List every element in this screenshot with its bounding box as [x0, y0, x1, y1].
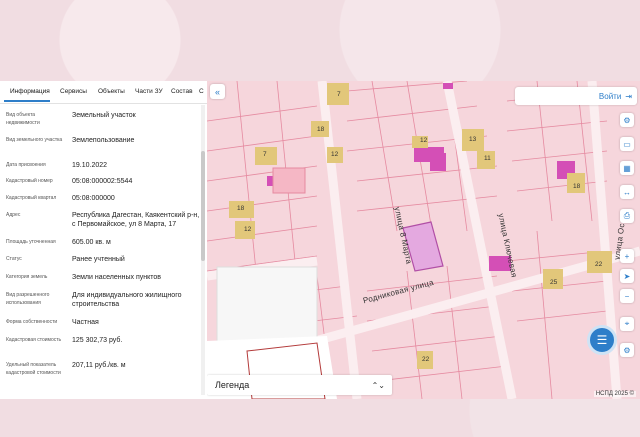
row-label: Удельный показатель кадастровой стоимост…	[6, 362, 61, 376]
lot-number: 13	[469, 136, 477, 143]
row-label: Дата присвоения	[6, 162, 46, 168]
chevron-updown-icon: ⌃⌄	[371, 380, 385, 390]
row-label: Адрес	[6, 212, 21, 218]
lot-number: 7	[263, 151, 267, 158]
row-value: Для индивидуального жилищного строительс…	[72, 292, 182, 308]
map-attribution: НСПД 2025 ©	[593, 391, 636, 397]
row-value: 19.10.2022	[72, 162, 108, 169]
row-value: Земельный участок	[72, 112, 136, 119]
lot-number: 18	[573, 183, 581, 190]
grid-icon[interactable]: ▦	[620, 161, 634, 175]
lot-number: 25	[550, 279, 558, 286]
row-label: Вид разрешенного использования	[6, 292, 50, 306]
locate-icon[interactable]: ➤	[620, 269, 634, 283]
row-value: Ранее учтенный	[72, 256, 125, 263]
lot-number: 11	[484, 155, 491, 162]
row-label: Кадастровый квартал	[6, 195, 57, 201]
pin-icon[interactable]: ⌖	[620, 317, 634, 331]
tab-composition[interactable]: Состав	[171, 88, 193, 95]
lot-number: 22	[422, 356, 430, 363]
collapse-panel-button[interactable]: «	[210, 84, 225, 99]
tab-info[interactable]: Информация	[10, 88, 50, 95]
tab-services[interactable]: Сервисы	[60, 88, 87, 95]
row-value: 125 302,73 руб.	[72, 337, 123, 344]
legend-label: Легенда	[215, 380, 250, 390]
tab-objects[interactable]: Объекты	[98, 88, 125, 95]
panel-scrollbar-thumb[interactable]	[201, 151, 205, 261]
row-label: Вид объекта недвижимости	[6, 112, 40, 126]
panel-tabs: Информация Сервисы Объекты Части ЗУ Сост…	[0, 81, 207, 104]
info-panel: Информация Сервисы Объекты Части ЗУ Сост…	[0, 81, 207, 399]
map-toolbar: ⚙ ▭ ▦ ↔ ⎙ + ➤ − ⌖ ⚙	[614, 81, 640, 399]
lot-number: 12	[244, 226, 252, 233]
active-tab-indicator	[4, 100, 50, 102]
row-value: Частная	[72, 319, 99, 326]
white-area	[216, 266, 318, 343]
row-value: Землепользование	[72, 137, 135, 144]
lot-number: 18	[237, 205, 245, 212]
row-value[interactable]: 05:08:000000	[72, 194, 200, 203]
legend-dropdown[interactable]: Легенда ⌃⌄	[207, 375, 392, 395]
row-label: Форма собственности	[6, 319, 58, 325]
lot-number: 7	[337, 91, 341, 98]
row-value: Земли населенных пунктов	[72, 274, 162, 281]
row-label: Кадастровая стоимость	[6, 337, 62, 343]
chat-icon: ☰	[596, 333, 608, 347]
settings-icon[interactable]: ⚙	[620, 343, 634, 357]
row-label: Категория земель	[6, 274, 48, 280]
tab-more[interactable]: С	[199, 88, 204, 95]
zoom-in-icon[interactable]: +	[620, 249, 634, 263]
chat-button[interactable]: ☰	[587, 325, 617, 355]
lot-number: 12	[420, 137, 428, 144]
row-label: Кадастровый номер	[6, 178, 53, 184]
double-chevron-left-icon: «	[214, 86, 220, 97]
card-icon[interactable]: ▭	[620, 137, 634, 151]
lot-number: 12	[331, 151, 339, 158]
lot-number: 18	[317, 126, 325, 133]
row-value: 605.00 кв. м	[72, 239, 111, 246]
zoom-out-icon[interactable]: −	[620, 289, 634, 303]
row-value[interactable]: 05:08:000002:5544	[72, 177, 200, 186]
map-view[interactable]: улица 8 Марта Родниковая улица улица Клю…	[207, 81, 640, 399]
measure-icon[interactable]: ↔	[620, 185, 634, 199]
row-value: Республика Дагестан, Каякентский р-н, с …	[72, 212, 200, 228]
row-label: Статус	[6, 256, 22, 262]
lot-number: 22	[595, 261, 603, 268]
parcel-map	[207, 81, 640, 399]
row-label: Площадь уточненная	[6, 239, 56, 245]
print-icon[interactable]: ⎙	[620, 209, 634, 223]
row-value: 207,11 руб./кв. м	[72, 362, 126, 369]
layers-icon[interactable]: ⚙	[620, 113, 634, 127]
row-label: Вид земельного участка	[6, 137, 63, 143]
pink-parcel	[272, 167, 306, 194]
tab-parts[interactable]: Части ЗУ	[135, 88, 163, 95]
